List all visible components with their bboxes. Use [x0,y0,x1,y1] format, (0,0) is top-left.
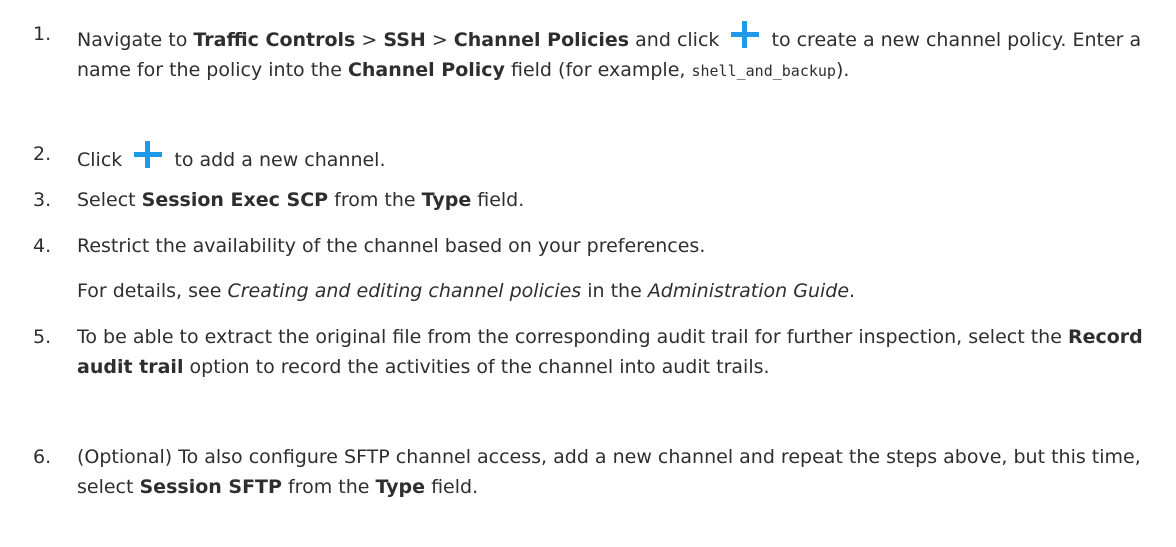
step-note: For details, see Creating and editing ch… [77,280,856,302]
menu-path-traffic-controls: Traffic Controls [193,29,356,51]
step-text: To be able to extract the original file … [77,326,1143,378]
step-5: 5. To be able to extract the original fi… [33,322,1143,382]
step-number: 2. [33,143,52,165]
step-number: 5. [33,326,52,348]
step-1: 1. Navigate to Traffic Controls > SSH > … [33,19,1143,86]
type-session-sftp: Session SFTP [139,476,282,498]
plus-icon [134,139,163,169]
step-6: 6. (Optional) To also configure SFTP cha… [33,442,1143,502]
doc-reference-title: Creating and editing channel policies [227,280,582,302]
field-type: Type [375,476,426,498]
field-type: Type [421,189,472,211]
step-number: 6. [33,446,52,468]
step-text: (Optional) To also configure SFTP channe… [77,446,1141,498]
doc-reference-guide: Administration Guide [647,280,850,302]
menu-path-channel-policies: Channel Policies [453,29,630,51]
step-text: Select Session Exec SCP from the Type fi… [77,189,525,211]
step-text: Restrict the availability of the channel… [77,231,1143,306]
step-4: 4. Restrict the availability of the chan… [33,231,1143,306]
step-3: 3. Select Session Exec SCP from the Type… [33,185,1143,215]
step-number: 4. [33,235,52,257]
step-text: Click to add a new channel. [77,139,1143,175]
step-text: Navigate to Traffic Controls > SSH > Cha… [77,19,1143,86]
step-number: 3. [33,189,52,211]
plus-icon [731,19,760,49]
step-2: 2. Click to add a new channel. [33,139,1143,175]
field-channel-policy: Channel Policy [347,59,505,81]
type-session-exec-scp: Session Exec SCP [141,189,329,211]
step-number: 1. [33,23,52,45]
example-code: shell_and_backup [691,62,836,80]
menu-path-ssh: SSH [383,29,426,51]
